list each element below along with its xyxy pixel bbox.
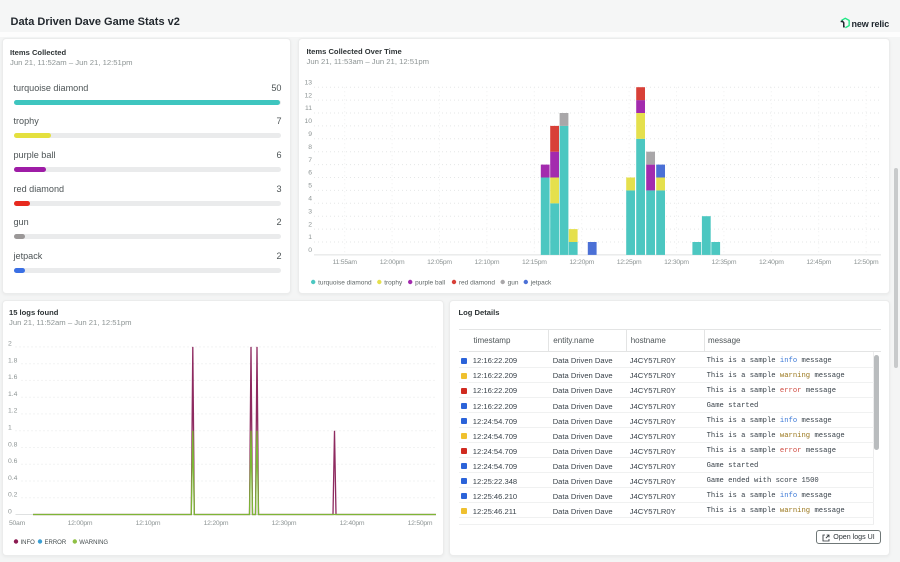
svg-text:ERROR: ERROR [45,539,67,545]
svg-text:13: 13 [304,79,312,86]
svg-text:12:30pm: 12:30pm [272,519,297,526]
svg-text:8: 8 [308,143,312,150]
svg-text:WARNING: WARNING [79,539,108,545]
svg-text:0.6: 0.6 [8,458,18,465]
svg-text:2: 2 [308,221,312,228]
svg-text:12: 12 [304,92,312,99]
svg-text:1.4: 1.4 [8,391,18,398]
svg-text:INFO: INFO [21,539,36,545]
svg-text:12:00pm: 12:00pm [68,519,93,526]
svg-text:0: 0 [8,508,12,515]
svg-text:12:00pm: 12:00pm [380,259,405,266]
svg-text:5: 5 [308,182,312,189]
svg-text:3: 3 [308,208,312,215]
svg-text:12:40pm: 12:40pm [340,519,365,526]
svg-text:0.4: 0.4 [8,474,18,481]
svg-text:11:55am: 11:55am [333,259,358,266]
svg-text:6: 6 [308,169,312,176]
svg-text:12:50pm: 12:50pm [408,519,433,526]
svg-text:12:50pm: 12:50pm [854,259,879,266]
svg-text:12:25pm: 12:25pm [617,259,642,266]
svg-text:12:30pm: 12:30pm [664,259,689,266]
svg-text:10: 10 [304,118,312,125]
svg-text:12:20pm: 12:20pm [569,259,594,266]
svg-text:0.8: 0.8 [8,441,18,448]
svg-text:jetpack: jetpack [530,279,552,286]
svg-text:50am: 50am [9,519,26,526]
svg-text:red diamond: red diamond [459,279,496,286]
svg-text:12:45pm: 12:45pm [806,259,831,266]
svg-text:gun: gun [508,279,519,286]
svg-text:12:10pm: 12:10pm [136,519,161,526]
svg-text:0: 0 [308,247,312,254]
svg-text:12:40pm: 12:40pm [759,259,784,266]
svg-text:11: 11 [305,105,312,112]
svg-text:trophy: trophy [384,279,403,286]
svg-text:12:35pm: 12:35pm [712,259,737,266]
svg-text:12:20pm: 12:20pm [204,519,229,526]
svg-text:12:15pm: 12:15pm [522,259,547,266]
svg-text:9: 9 [308,131,312,138]
svg-text:1.8: 1.8 [8,357,18,364]
svg-text:0.2: 0.2 [8,491,18,498]
svg-text:1.2: 1.2 [8,407,18,414]
svg-text:1.6: 1.6 [8,374,18,381]
svg-text:turquoise diamond: turquoise diamond [318,279,372,286]
svg-text:1: 1 [308,234,312,241]
svg-text:purple ball: purple ball [415,279,446,286]
svg-text:new relic: new relic [852,18,890,28]
svg-text:12:05pm: 12:05pm [427,259,452,266]
svg-text:2: 2 [8,340,12,347]
svg-text:12:10pm: 12:10pm [475,259,500,266]
svg-text:7: 7 [308,156,312,163]
svg-text:1: 1 [8,424,12,431]
svg-text:4: 4 [308,195,312,202]
